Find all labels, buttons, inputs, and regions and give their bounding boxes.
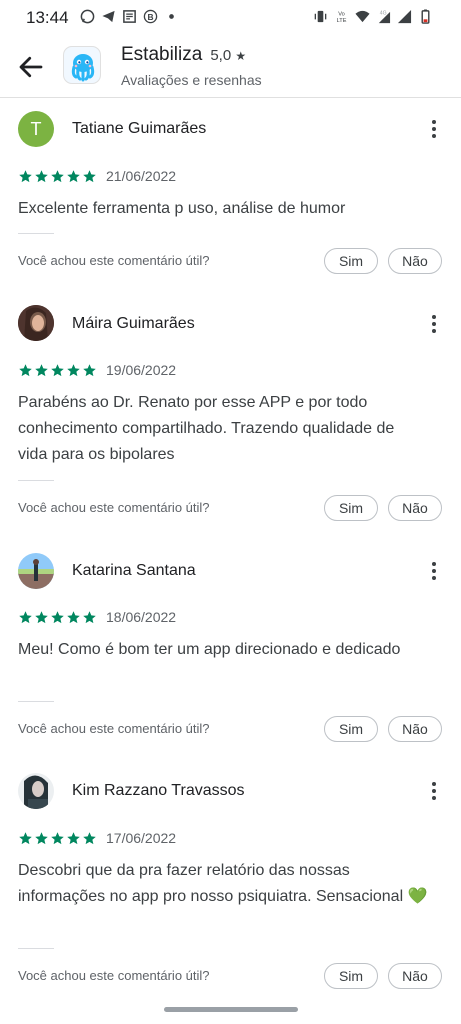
star-rating	[18, 610, 97, 625]
helpful-yes-button[interactable]: Sim	[324, 495, 378, 521]
star-icon	[51, 169, 64, 182]
star-icon	[83, 169, 96, 182]
star-icon	[51, 610, 64, 623]
svg-text:Vo: Vo	[338, 12, 345, 18]
reviewer-name: Máira Guimarães	[72, 315, 195, 332]
app-title: Estabiliza	[121, 44, 203, 65]
reviewer-name: Kim Razzano Travassos	[72, 782, 245, 799]
app-title-row: Estabiliza 5,0 ★	[121, 44, 246, 66]
helpful-no-button[interactable]: Não	[388, 963, 442, 989]
star-icon	[35, 610, 48, 623]
helpful-question: Você achou este comentário útil?	[18, 721, 210, 736]
divider	[18, 233, 54, 234]
divider	[18, 948, 54, 949]
news-icon	[123, 10, 136, 23]
battery-icon	[421, 9, 430, 24]
star-rating	[18, 169, 97, 184]
avatar	[18, 553, 54, 589]
signal-icon	[397, 9, 412, 24]
status-bar: 13:44 B Vo LTE 4G	[0, 0, 461, 34]
review-text: Descobri que da pra fazer relatório das …	[18, 862, 428, 905]
star-icon	[67, 831, 80, 844]
rating-star-icon: ★	[235, 49, 247, 63]
svg-text:4G: 4G	[380, 11, 387, 17]
star-icon	[19, 610, 32, 623]
avatar: T	[18, 111, 54, 147]
helpful-yes-button[interactable]: Sim	[324, 963, 378, 989]
divider	[18, 701, 54, 702]
helpful-yes-button[interactable]: Sim	[324, 248, 378, 274]
review-date: 18/06/2022	[106, 609, 177, 625]
telegram-icon	[102, 10, 115, 23]
svg-text:LTE: LTE	[337, 18, 347, 24]
review-date: 17/06/2022	[106, 830, 177, 846]
rating-row: 17/06/2022	[18, 830, 176, 846]
review-text: Parabéns ao Dr. Renato por esse APP e po…	[18, 394, 395, 463]
rating-row: 18/06/2022	[18, 609, 176, 625]
star-icon	[83, 831, 96, 844]
profile-photo	[18, 305, 54, 341]
profile-photo	[18, 773, 54, 809]
review-text: Meu! Como é bom ter um app direcionado e…	[18, 641, 401, 658]
review-date: 21/06/2022	[106, 168, 177, 184]
star-icon	[35, 169, 48, 182]
home-indicator[interactable]	[164, 1007, 298, 1012]
notification-icons: B	[80, 9, 179, 24]
star-icon	[83, 610, 96, 623]
reviewer-name: Tatiane Guimarães	[72, 120, 207, 137]
whatsapp-icon	[80, 9, 95, 24]
reviewer-name: Katarina Santana	[72, 562, 196, 579]
more-options-icon[interactable]	[424, 779, 444, 803]
page-subtitle: Avaliações e resenhas	[121, 72, 262, 88]
4g-signal-icon: 4G	[378, 11, 391, 24]
star-icon	[19, 831, 32, 844]
b-icon: B	[143, 9, 158, 24]
star-icon	[67, 610, 80, 623]
star-icon	[83, 363, 96, 376]
helpful-question: Você achou este comentário útil?	[18, 500, 210, 515]
divider	[18, 480, 54, 481]
helpful-yes-button[interactable]: Sim	[324, 716, 378, 742]
app-header: Estabiliza 5,0 ★ Avaliações e resenhas	[0, 34, 461, 98]
helpful-question: Você achou este comentário útil?	[18, 253, 210, 268]
more-options-icon[interactable]	[424, 117, 444, 141]
star-icon	[19, 169, 32, 182]
star-icon	[19, 363, 32, 376]
review-date: 19/06/2022	[106, 362, 177, 378]
app-rating: 5,0 ★	[210, 47, 246, 64]
rating-row: 19/06/2022	[18, 362, 176, 378]
avatar	[18, 773, 54, 809]
more-options-icon[interactable]	[424, 559, 444, 583]
svg-text:B: B	[147, 12, 153, 22]
review-text: Excelente ferramenta p uso, análise de h…	[18, 200, 346, 217]
star-icon	[51, 363, 64, 376]
more-options-icon[interactable]	[424, 312, 444, 336]
star-icon	[51, 831, 64, 844]
helpful-question: Você achou este comentário útil?	[18, 968, 210, 983]
system-icons: Vo LTE 4G	[313, 9, 433, 24]
app-logo	[63, 46, 101, 84]
helpful-no-button[interactable]: Não	[388, 495, 442, 521]
star-rating	[18, 831, 97, 846]
avatar	[18, 305, 54, 341]
star-icon	[35, 363, 48, 376]
star-icon	[35, 831, 48, 844]
volte-icon: VoLTE	[337, 12, 347, 24]
wifi-icon	[355, 10, 370, 23]
rating-row: 21/06/2022	[18, 168, 176, 184]
octopus-logo-icon	[71, 54, 95, 82]
star-icon	[67, 169, 80, 182]
status-time: 13:44	[26, 8, 69, 27]
star-icon	[67, 363, 80, 376]
helpful-no-button[interactable]: Não	[388, 716, 442, 742]
back-arrow-icon[interactable]	[16, 52, 46, 82]
app-rating-value: 5,0	[210, 47, 232, 64]
profile-photo	[18, 553, 54, 589]
vibrate-icon	[314, 10, 327, 23]
dot-icon	[169, 14, 174, 19]
star-rating	[18, 363, 97, 378]
helpful-no-button[interactable]: Não	[388, 248, 442, 274]
